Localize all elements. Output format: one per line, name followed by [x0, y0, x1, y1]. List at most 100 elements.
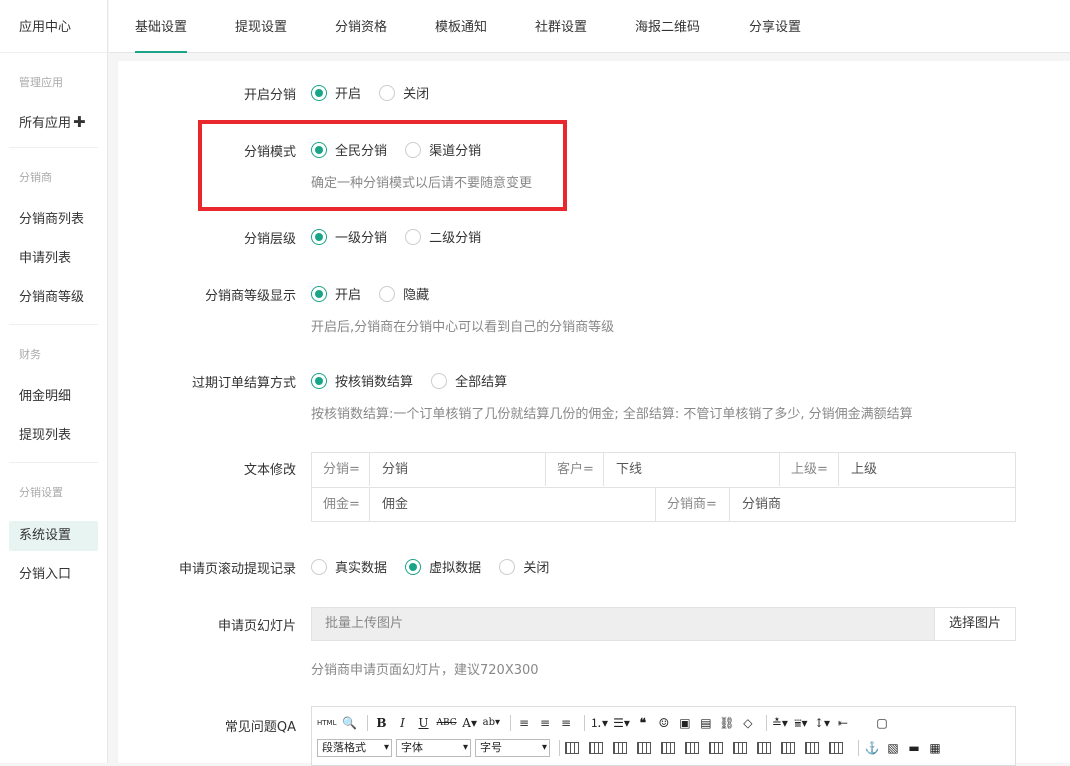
sidebar-item-distribution-entry[interactable]: 分销入口 — [9, 560, 98, 590]
select-image-button[interactable]: 选择图片 — [934, 608, 1015, 640]
insert-table-icon[interactable] — [565, 742, 579, 754]
line-height-icon[interactable]: ↕▾ — [814, 714, 830, 732]
batch-upload-field[interactable]: 批量上传图片 — [312, 608, 934, 640]
radio-option-real-data[interactable]: 真实数据 — [311, 557, 387, 576]
sidebar-item-withdraw-list[interactable]: 提现列表 — [9, 421, 98, 451]
font-size-select[interactable]: 字号 — [475, 739, 550, 757]
table-column-icon[interactable] — [613, 742, 627, 754]
template-icon[interactable]: ▧ — [885, 739, 901, 757]
search-icon[interactable]: 🔍 — [341, 714, 357, 732]
tab-basic-settings[interactable]: 基础设置 — [135, 0, 188, 53]
text-indent-icon[interactable]: ≛▾ — [772, 714, 788, 732]
html-source-icon[interactable]: HTML — [317, 714, 336, 732]
align-left-icon[interactable]: ≡ — [516, 714, 532, 732]
anchor-icon[interactable]: ⚓ — [864, 739, 880, 757]
tab-withdraw-settings[interactable]: 提现设置 — [235, 0, 287, 53]
text-key-customer: 客户= — [546, 453, 604, 486]
text-input-superior[interactable]: 上级 — [839, 453, 1015, 486]
sidebar-item-distributor-level[interactable]: 分销商等级 — [9, 283, 98, 313]
sidebar: 应用中心 管理应用 所有应用 ✚ 分销商 分销商列表 申请列表 分销商等级 财务 … — [0, 0, 108, 763]
radio-checked-icon — [311, 84, 327, 101]
radio-option-off[interactable]: 关闭 — [379, 83, 429, 102]
radio-group: 一级分销 二级分销 — [311, 227, 495, 246]
text-replacement-table: 分销= 分销 客户= 下线 上级= 上级 佣金= 佣金 分销商= 分销商 — [311, 452, 1016, 522]
field-hint: 按核销数结算:一个订单核销了几份就结算几份的佣金; 全部结算: 不管订单核销了多… — [311, 407, 913, 422]
font-family-select[interactable]: 字体 — [396, 739, 471, 757]
cell-props-icon[interactable] — [805, 742, 819, 754]
ordered-list-icon[interactable]: ⒈▾ — [590, 714, 608, 732]
delete-row-icon[interactable] — [733, 742, 747, 754]
delete-table-icon[interactable] — [829, 742, 843, 754]
emoji-icon[interactable]: ☺ — [656, 714, 672, 732]
eraser-icon[interactable]: ◇ — [740, 714, 756, 732]
radio-group: 开启 隐藏 — [311, 284, 443, 303]
slideshow-upload: 批量上传图片 选择图片 — [311, 607, 1016, 641]
video-icon[interactable]: ▤ — [698, 714, 714, 732]
image-icon[interactable]: ▣ — [677, 714, 693, 732]
tab-template-notice[interactable]: 模板通知 — [435, 0, 487, 53]
merge-cells-icon[interactable] — [685, 742, 699, 754]
radio-unchecked-icon — [499, 558, 516, 575]
tab-poster-qrcode[interactable]: 海报二维码 — [635, 0, 700, 53]
paragraph-format-select[interactable]: 段落格式 — [317, 739, 392, 757]
radio-checked-icon — [311, 228, 327, 245]
radio-unchecked-icon — [431, 372, 448, 389]
outdent-icon[interactable]: ⇤ — [835, 714, 851, 732]
editor-toolbar-row-1: HTML 🔍 B I U ABC A▾ ab▾ ≡ ≡ ≡ ⒈▾ ☰▾ ❝ ☺ … — [317, 712, 895, 734]
unordered-list-icon[interactable]: ☰▾ — [613, 714, 630, 732]
field-label: 申请页滚动提现记录 — [178, 562, 296, 577]
blockquote-icon[interactable]: ❝ — [635, 714, 651, 732]
field-label: 文本修改 — [243, 463, 296, 478]
app-center-title[interactable]: 应用中心 — [0, 0, 107, 53]
bold-icon[interactable]: B — [373, 714, 389, 732]
table-props-icon[interactable] — [781, 742, 795, 754]
radio-option-by-verified[interactable]: 按核销数结算 — [311, 371, 413, 390]
radio-option-virtual-data[interactable]: 虚拟数据 — [405, 557, 481, 576]
text-input-distributor[interactable]: 分销商 — [730, 488, 1015, 521]
highlight-color-icon[interactable]: ab▾ — [483, 714, 500, 732]
tab-share-settings[interactable]: 分享设置 — [749, 0, 801, 53]
align-right-icon[interactable]: ≡ — [558, 714, 574, 732]
radio-option-show[interactable]: 开启 — [311, 284, 361, 303]
fullscreen-icon[interactable]: ▢ — [874, 714, 890, 732]
field-label: 分销商等级显示 — [204, 289, 296, 304]
rich-text-editor[interactable]: HTML 🔍 B I U ABC A▾ ab▾ ≡ ≡ ≡ ⒈▾ ☰▾ ❝ ☺ … — [311, 706, 1016, 766]
top-tab-bar: 基础设置 提现设置 分销资格 模板通知 社群设置 海报二维码 分享设置 — [109, 0, 1070, 53]
radio-option-on[interactable]: 开启 — [311, 83, 361, 102]
insert-column-icon[interactable] — [661, 742, 675, 754]
tab-distribution-qualification[interactable]: 分销资格 — [335, 0, 387, 53]
tab-community-settings[interactable]: 社群设置 — [535, 0, 587, 53]
underline-icon[interactable]: U — [415, 714, 431, 732]
radio-option-hide[interactable]: 隐藏 — [379, 284, 429, 303]
table-row-icon[interactable] — [589, 742, 603, 754]
sidebar-item-application-list[interactable]: 申请列表 — [9, 244, 98, 274]
insert-row-icon[interactable] — [637, 742, 651, 754]
sidebar-item-commission-details[interactable]: 佣金明细 — [9, 382, 98, 412]
sidebar-item-all-apps[interactable]: 所有应用 ✚ — [9, 107, 98, 137]
italic-icon[interactable]: I — [394, 714, 410, 732]
radio-option-close[interactable]: 关闭 — [499, 557, 549, 576]
text-input-customer[interactable]: 下线 — [604, 453, 780, 486]
radio-option-settle-all[interactable]: 全部结算 — [431, 371, 507, 390]
print-icon[interactable]: ▬ — [906, 739, 922, 757]
link-icon[interactable]: ⛓ — [719, 714, 735, 732]
radio-option-level-two[interactable]: 二级分销 — [405, 227, 481, 246]
split-cells-icon[interactable] — [709, 742, 723, 754]
sidebar-group-finance: 财务 — [19, 348, 41, 361]
radio-option-level-one[interactable]: 一级分销 — [311, 227, 387, 246]
delete-column-icon[interactable] — [757, 742, 771, 754]
text-input-distribution[interactable]: 分销 — [370, 453, 546, 486]
radio-checked-icon — [311, 285, 327, 302]
paragraph-spacing-icon[interactable]: ⩸▾ — [793, 714, 809, 732]
toolbar-divider — [367, 715, 369, 731]
font-color-icon[interactable]: A▾ — [462, 714, 478, 732]
paste-icon[interactable]: ▦ — [927, 739, 943, 757]
sidebar-item-system-settings[interactable]: 系统设置 — [9, 521, 98, 551]
sidebar-group-distribution-settings: 分销设置 — [19, 486, 63, 499]
text-input-commission[interactable]: 佣金 — [370, 488, 656, 521]
strikethrough-icon[interactable]: ABC — [436, 714, 456, 732]
highlight-box — [198, 120, 567, 211]
sidebar-item-distributor-list[interactable]: 分销商列表 — [9, 205, 98, 235]
sidebar-item-label: 所有应用 — [19, 116, 72, 131]
align-center-icon[interactable]: ≡ — [537, 714, 553, 732]
